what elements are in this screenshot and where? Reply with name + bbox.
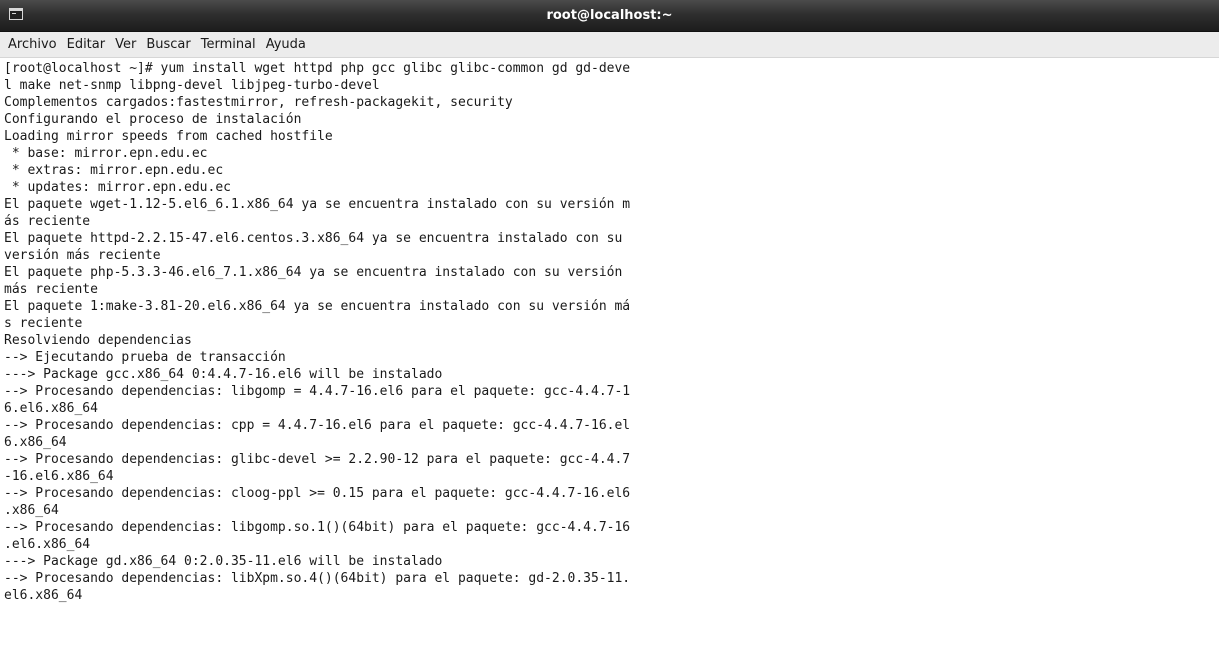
terminal-line: ---> Package gd.x86_64 0:2.0.35-11.el6 w… <box>4 554 443 569</box>
menu-archivo[interactable]: Archivo <box>3 37 62 52</box>
terminal-line: * updates: mirror.epn.edu.ec <box>4 180 231 195</box>
menu-ver[interactable]: Ver <box>110 37 141 52</box>
terminal-line: --> Procesando dependencias: cpp = 4.4.7… <box>4 418 631 433</box>
terminal-output: [root@localhost ~]# yum install wget htt… <box>0 58 1219 604</box>
menu-editar[interactable]: Editar <box>62 37 111 52</box>
menu-ayuda[interactable]: Ayuda <box>261 37 311 52</box>
terminal-line: el6.x86_64 <box>4 588 83 603</box>
terminal-line: El paquete httpd-2.2.15-47.el6.centos.3.… <box>4 231 623 246</box>
terminal-line: * extras: mirror.epn.edu.ec <box>4 163 224 178</box>
terminal-line: --> Ejecutando prueba de transacción <box>4 350 286 365</box>
terminal-line: * base: mirror.epn.edu.ec <box>4 146 208 161</box>
terminal-line: .el6.x86_64 <box>4 537 91 552</box>
terminal-line: más reciente <box>4 282 98 297</box>
terminal-line: Resolviendo dependencias <box>4 333 192 348</box>
terminal-line: El paquete 1:make-3.81-20.el6.x86_64 ya … <box>4 299 631 314</box>
terminal-line: El paquete php-5.3.3-46.el6_7.1.x86_64 y… <box>4 265 623 280</box>
terminal-line: .x86_64 <box>4 503 59 518</box>
terminal-line: --> Procesando dependencias: libXpm.so.4… <box>4 571 631 586</box>
terminal-line: s reciente <box>4 316 83 331</box>
terminal-line: -16.el6.x86_64 <box>4 469 114 484</box>
terminal-line: l make net-snmp libpng-devel libjpeg-tur… <box>4 78 380 93</box>
terminal-line: [root@localhost ~]# yum install wget htt… <box>4 61 631 76</box>
menu-terminal[interactable]: Terminal <box>196 37 261 52</box>
terminal-line: --> Procesando dependencias: cloog-ppl >… <box>4 486 631 501</box>
terminal-line: 6.el6.x86_64 <box>4 401 98 416</box>
menu-bar: Archivo Editar Ver Buscar Terminal Ayuda <box>0 32 1219 58</box>
title-bar[interactable]: root@localhost:~ <box>0 0 1219 32</box>
terminal-line: ás reciente <box>4 214 91 229</box>
terminal-line: Configurando el proceso de instalación <box>4 112 302 127</box>
menu-buscar[interactable]: Buscar <box>141 37 195 52</box>
terminal-output-area[interactable]: [root@localhost ~]# yum install wget htt… <box>0 58 1219 646</box>
terminal-line: versión más reciente <box>4 248 161 263</box>
terminal-line: Complementos cargados:fastestmirror, ref… <box>4 95 513 110</box>
terminal-window: root@localhost:~ Archivo Editar Ver Busc… <box>0 0 1219 646</box>
terminal-line: --> Procesando dependencias: libgomp.so.… <box>4 520 631 535</box>
terminal-line: El paquete wget-1.12-5.el6_6.1.x86_64 ya… <box>4 197 631 212</box>
terminal-line: 6.x86_64 <box>4 435 67 450</box>
window-title: root@localhost:~ <box>546 8 673 23</box>
terminal-line: --> Procesando dependencias: glibc-devel… <box>4 452 631 467</box>
terminal-line: --> Procesando dependencias: libgomp = 4… <box>4 384 631 399</box>
terminal-line: ---> Package gcc.x86_64 0:4.4.7-16.el6 w… <box>4 367 443 382</box>
terminal-line: Loading mirror speeds from cached hostfi… <box>4 129 333 144</box>
